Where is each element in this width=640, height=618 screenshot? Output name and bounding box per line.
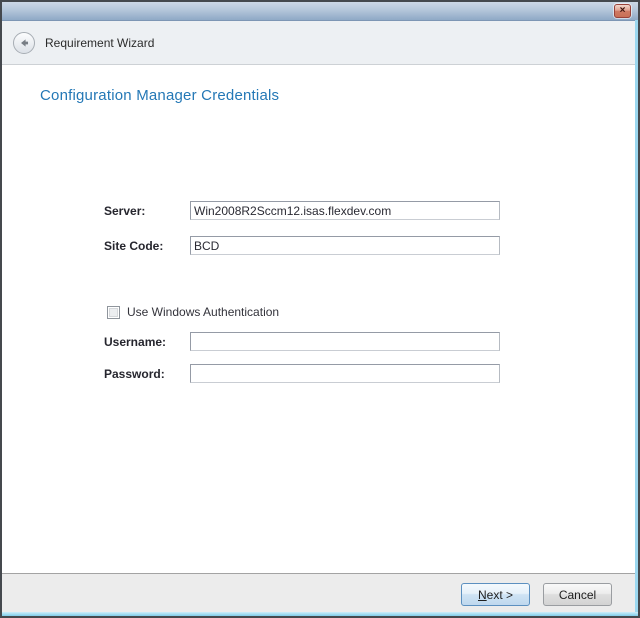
password-label: Password: (104, 367, 165, 381)
next-button-accelerator: N (478, 588, 487, 602)
back-arrow-icon (17, 36, 31, 50)
wizard-footer: Next > Cancel (2, 573, 638, 616)
page-title: Configuration Manager Credentials (40, 87, 279, 104)
close-icon: × (620, 5, 626, 16)
back-button[interactable] (13, 32, 35, 54)
username-label: Username: (104, 335, 166, 349)
window-right-accent-border (635, 20, 638, 616)
wizard-content: Configuration Manager Credentials Server… (2, 65, 638, 573)
cancel-button-label: Cancel (559, 588, 596, 602)
cancel-button[interactable]: Cancel (543, 583, 612, 606)
close-button[interactable]: × (614, 4, 631, 18)
site-code-input[interactable] (190, 236, 500, 255)
title-bar: × (2, 2, 638, 21)
server-label: Server: (104, 204, 145, 218)
wizard-header: Requirement Wizard (2, 21, 638, 65)
password-input[interactable] (190, 364, 500, 383)
username-input[interactable] (190, 332, 500, 351)
windows-auth-label: Use Windows Authentication (127, 305, 279, 319)
server-input[interactable] (190, 201, 500, 220)
window-bottom-accent-border (2, 612, 638, 616)
windows-auth-checkbox-row[interactable]: Use Windows Authentication (107, 305, 279, 319)
next-button[interactable]: Next > (461, 583, 530, 606)
wizard-window: × Requirement Wizard Configuration Manag… (0, 0, 640, 618)
next-button-label: ext > (487, 588, 513, 602)
windows-auth-checkbox[interactable] (107, 306, 120, 319)
wizard-title: Requirement Wizard (45, 36, 154, 50)
site-code-label: Site Code: (104, 239, 163, 253)
